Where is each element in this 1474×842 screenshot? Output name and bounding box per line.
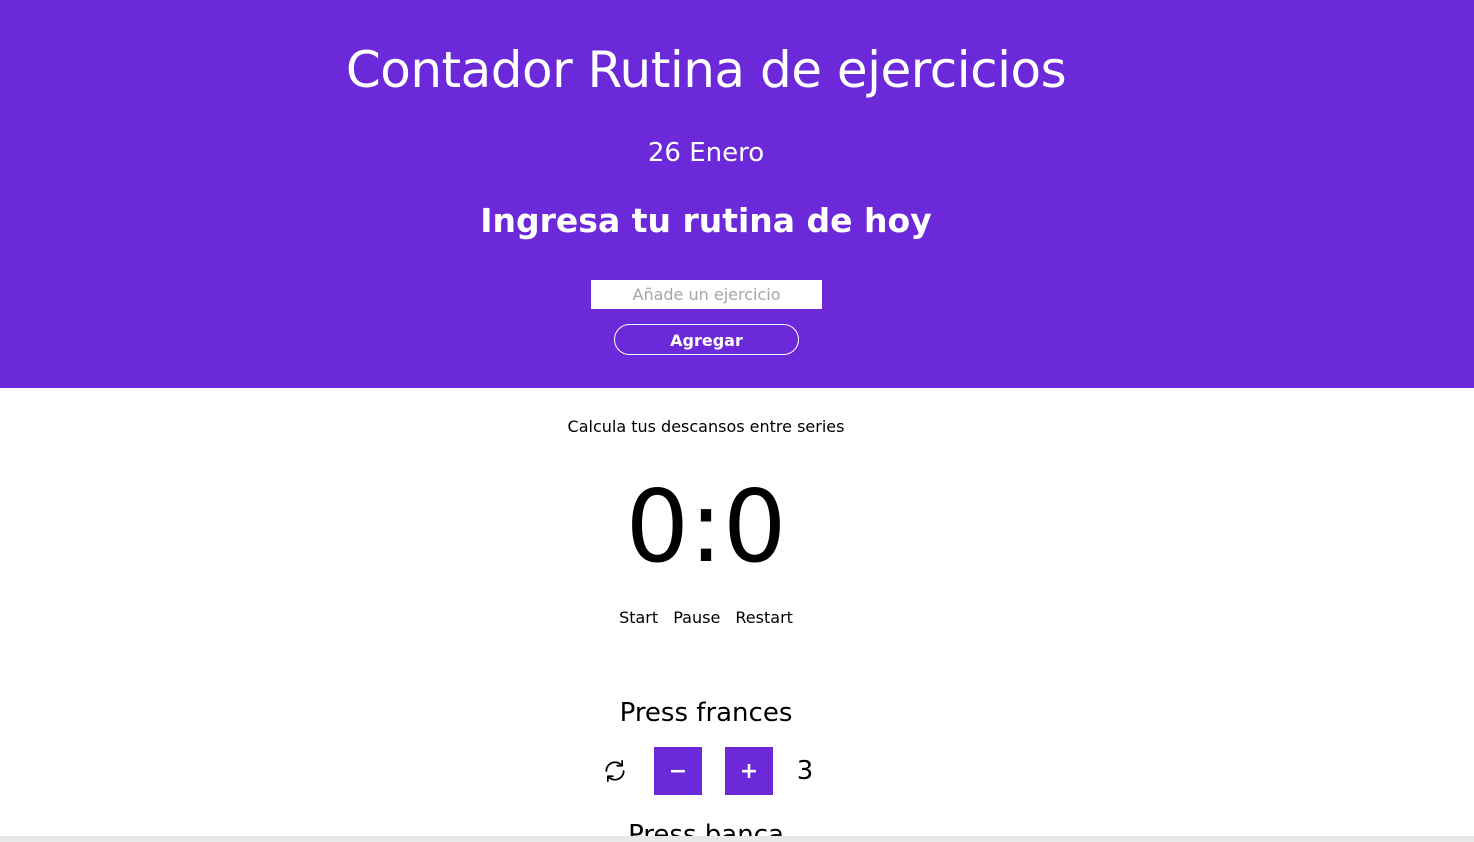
timer-pause-button[interactable]: Pause xyxy=(673,607,720,629)
sets-count: 3 xyxy=(796,756,814,786)
timer-start-button[interactable]: Start xyxy=(619,607,658,629)
add-exercise-button[interactable]: Agregar xyxy=(614,324,799,355)
routine-subtitle: Ingresa tu rutina de hoy xyxy=(480,201,932,240)
page-title: Contador Rutina de ejercicios xyxy=(345,41,1067,99)
refresh-icon[interactable] xyxy=(602,758,628,784)
timer-display: 0:0 xyxy=(625,468,787,585)
exercise-name: Press frances xyxy=(619,698,793,728)
page: Contador Rutina de ejercicios 26 Enero I… xyxy=(0,0,1474,842)
decrement-sets-button[interactable]: − xyxy=(654,747,702,795)
timer-controls: Start Pause Restart xyxy=(0,607,1412,629)
header-banner: Contador Rutina de ejercicios 26 Enero I… xyxy=(0,0,1474,388)
exercise-input[interactable] xyxy=(591,280,822,309)
horizontal-scrollbar[interactable] xyxy=(0,836,1474,842)
increment-sets-button[interactable]: + xyxy=(725,747,773,795)
date-label: 26 Enero xyxy=(647,138,765,168)
timer-restart-button[interactable]: Restart xyxy=(735,607,793,629)
rest-timer-label: Calcula tus descansos entre series xyxy=(567,417,845,436)
